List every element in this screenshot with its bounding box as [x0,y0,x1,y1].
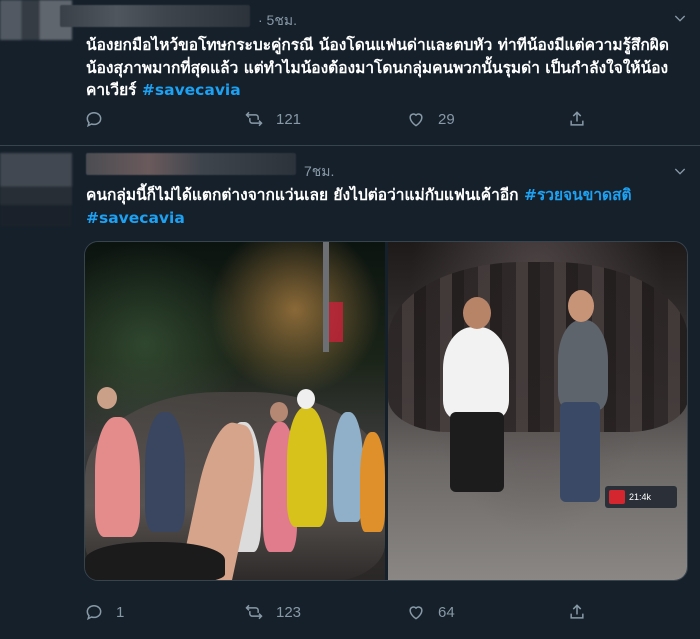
video-overlay-badge: 21:4k [605,486,677,508]
tweet-text-content: คนกลุ่มนี้ก็ไม่ได้แตกต่างจากแว่นเลย ยังไ… [86,186,524,204]
tweet-media[interactable]: 21:4k [84,241,688,581]
tweet-actions: 1 123 64 [86,602,606,626]
reply-button[interactable]: 1 [84,602,124,622]
share-button[interactable] [567,602,587,622]
retweet-count: 123 [276,603,302,621]
hashtag-link[interactable]: #รวยจนขาดสติ [524,186,632,204]
author-name-redacted[interactable] [86,153,296,175]
avatar[interactable] [0,153,72,227]
tweet-text: น้องยกมือไหว้ขอโทษกระบะคู่กรณี น้องโดนแฟ… [86,34,682,102]
tweet-text: คนกลุ่มนี้ก็ไม่ได้แตกต่างจากแว่นเลย ยังไ… [86,184,682,229]
reply-icon [86,604,102,621]
retweet-count: 121 [276,110,302,128]
retweet-icon [245,111,263,127]
reply-icon [86,111,102,128]
chevron-down-icon[interactable] [672,10,688,26]
tweet[interactable]: · 5ชม. น้องยกมือไหว้ขอโทษกระบะคู่กรณี น้… [0,0,700,146]
reply-button[interactable] [84,109,116,129]
retweet-button[interactable]: 121 [244,109,301,129]
badge-logo [609,490,625,504]
share-icon [570,111,584,126]
share-button[interactable] [567,109,587,129]
hashtag-link[interactable]: #savecavia [142,81,241,99]
media-photo[interactable] [85,242,385,580]
heart-icon [409,606,423,620]
like-count: 29 [438,110,455,128]
hashtag-link[interactable]: #savecavia [86,209,185,227]
chevron-down-icon[interactable] [672,163,688,179]
share-icon [570,604,584,619]
tweet-timestamp[interactable]: · 5ชม. [258,10,297,32]
like-count: 64 [438,603,455,621]
tweet[interactable]: 7ชม. คนกลุ่มนี้ก็ไม่ได้แตกต่างจากแว่นเลย… [0,147,700,639]
media-photo[interactable]: 21:4k [388,242,687,580]
overlay-badge-text: 21:4k [629,492,652,502]
like-button[interactable]: 29 [406,109,455,129]
like-button[interactable]: 64 [406,602,455,622]
tweet-actions: 121 29 [86,109,606,133]
tweet-timestamp[interactable]: 7ชม. [304,161,334,183]
heart-icon [409,113,423,127]
reply-count: 1 [116,603,125,621]
retweet-button[interactable]: 123 [244,602,301,622]
retweet-icon [245,604,263,620]
author-name-redacted[interactable] [60,5,250,27]
